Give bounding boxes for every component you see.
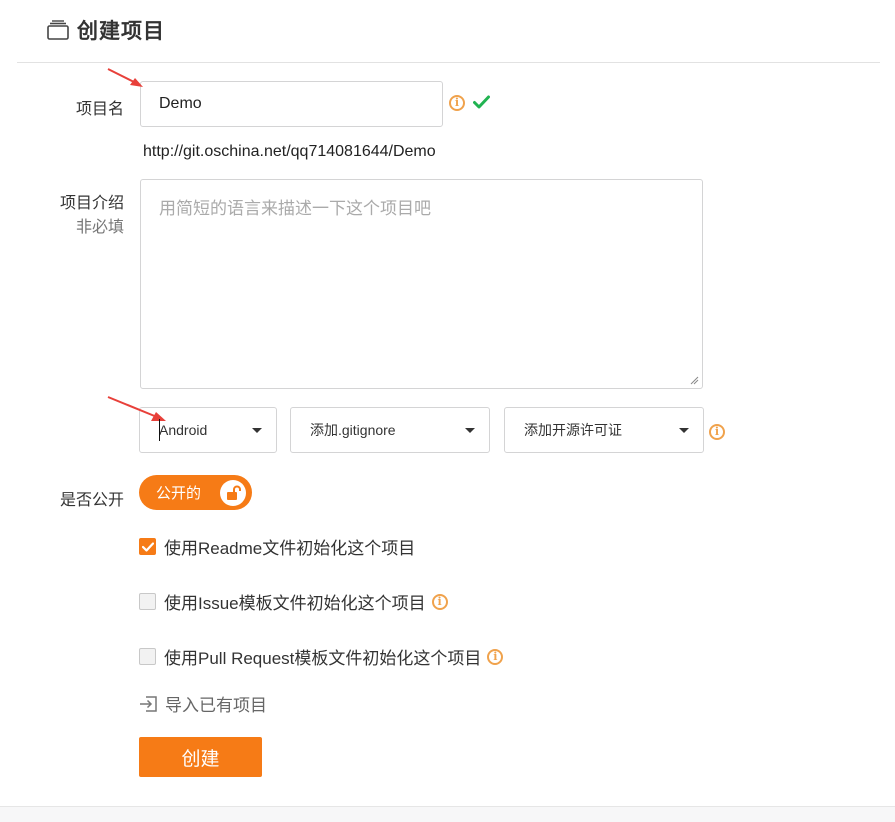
public-toggle[interactable]: 公开的 (139, 475, 252, 510)
chevron-down-icon (465, 427, 475, 433)
footer-bar (0, 806, 895, 822)
import-icon (140, 695, 157, 712)
issue-template-option-label: 使用Issue模板文件初始化这个项目 (164, 594, 426, 613)
license-info-icon[interactable]: i (709, 424, 725, 440)
readme-option[interactable]: 使用Readme文件初始化这个项目 (139, 534, 415, 559)
create-button[interactable]: 创建 (139, 737, 262, 777)
pr-template-option[interactable]: 使用Pull Request模板文件初始化这个项目 i (139, 644, 504, 669)
language-select-value: Android (159, 422, 208, 438)
page-title: 创建项目 (77, 20, 165, 43)
issue-info-icon[interactable]: i (431, 593, 448, 610)
chevron-down-icon (252, 427, 262, 433)
readme-checkbox[interactable] (139, 538, 156, 555)
public-toggle-label: 公开的 (156, 485, 202, 502)
issue-template-option[interactable]: 使用Issue模板文件初始化这个项目 i (139, 589, 448, 614)
project-desc-textarea[interactable]: 用简短的语言来描述一下这个项目吧 (140, 179, 703, 389)
page-header: 创建项目 (47, 14, 165, 46)
header-divider (17, 62, 880, 63)
pr-template-option-label: 使用Pull Request模板文件初始化这个项目 (164, 649, 482, 668)
project-name-label: 项目名 (75, 101, 124, 118)
pr-info-icon[interactable]: i (487, 648, 504, 665)
import-project-label: 导入已有项目 (165, 696, 267, 715)
name-info-icon[interactable]: i (449, 95, 465, 111)
project-desc-optional: 非必填 (75, 219, 124, 236)
gitignore-select-value: 添加.gitignore (310, 422, 396, 438)
checkmark-icon (141, 541, 154, 552)
project-name-input[interactable]: Demo (140, 81, 443, 127)
resize-grip-icon[interactable] (690, 376, 699, 385)
folder-icon (47, 20, 69, 40)
unlock-icon (220, 480, 246, 506)
pr-template-checkbox[interactable] (139, 648, 156, 665)
public-label: 是否公开 (59, 492, 124, 509)
text-cursor (159, 419, 160, 441)
chevron-down-icon (679, 427, 689, 433)
gitignore-select[interactable]: 添加.gitignore (290, 407, 490, 453)
issue-template-checkbox[interactable] (139, 593, 156, 610)
check-success-icon (473, 95, 490, 109)
project-desc-placeholder: 用简短的语言来描述一下这个项目吧 (159, 199, 431, 218)
license-select[interactable]: 添加开源许可证 (504, 407, 704, 453)
import-project-link[interactable]: 导入已有项目 (139, 691, 267, 716)
readme-option-label: 使用Readme文件初始化这个项目 (164, 539, 416, 558)
license-select-value: 添加开源许可证 (524, 422, 622, 438)
project-desc-label: 项目介绍 (59, 195, 124, 212)
project-url: http://git.oschina.net/qq714081644/Demo (143, 143, 436, 160)
project-name-value: Demo (159, 95, 202, 112)
